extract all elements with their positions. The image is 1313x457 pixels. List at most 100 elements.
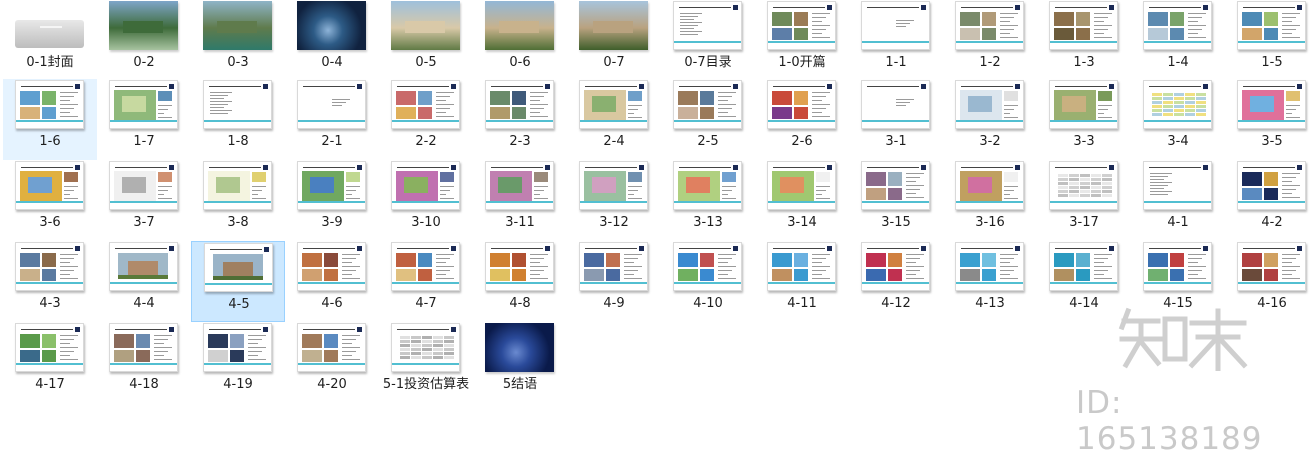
file-item[interactable]: 0-5 xyxy=(379,0,473,81)
slide-table-cell xyxy=(1185,113,1195,116)
file-item[interactable]: 1-0开篇 xyxy=(755,0,849,81)
thumb-text-line xyxy=(252,190,262,191)
file-item[interactable]: 4-17 xyxy=(3,322,97,403)
file-item[interactable]: 0-6 xyxy=(473,0,567,81)
file-item[interactable]: 2-4 xyxy=(567,79,661,160)
file-item[interactable]: 2-6 xyxy=(755,79,849,160)
file-item[interactable]: 3-13 xyxy=(661,160,755,241)
file-item[interactable]: 1-7 xyxy=(97,79,191,160)
file-item[interactable]: 4-13 xyxy=(943,241,1037,322)
file-item[interactable]: 1-3 xyxy=(1037,0,1131,81)
file-item[interactable]: 5-1投资估算表 xyxy=(379,322,473,403)
file-item[interactable]: 3-2 xyxy=(943,79,1037,160)
slide-footer-bar xyxy=(486,282,553,284)
file-label: 2-5 xyxy=(697,134,719,149)
slide-corner-mark xyxy=(545,165,550,170)
slide-image xyxy=(346,172,360,182)
file-thumbnail xyxy=(109,1,178,50)
file-item[interactable]: 4-9 xyxy=(567,241,661,322)
file-item[interactable]: 4-12 xyxy=(849,241,943,322)
file-item[interactable]: 3-12 xyxy=(567,160,661,241)
slide-map-region xyxy=(122,96,146,112)
file-item[interactable]: 0-3 xyxy=(191,0,285,81)
file-item[interactable]: 4-2 xyxy=(1225,160,1313,241)
file-item[interactable]: 2-3 xyxy=(473,79,567,160)
file-thumbnail xyxy=(15,161,84,210)
file-item[interactable]: 3-14 xyxy=(755,160,849,241)
file-item[interactable]: 1-1 xyxy=(849,0,943,81)
file-item[interactable]: 0-2 xyxy=(97,0,191,81)
file-item[interactable]: 2-2 xyxy=(379,79,473,160)
file-item[interactable]: 3-9 xyxy=(285,160,379,241)
file-thumbnail xyxy=(485,161,554,210)
file-label: 4-1 xyxy=(1167,215,1189,230)
file-item[interactable]: 4-3 xyxy=(3,241,97,322)
file-item[interactable]: 3-3 xyxy=(1037,79,1131,160)
file-item[interactable]: 3-8 xyxy=(191,160,285,241)
cover-title-mark xyxy=(40,26,62,28)
file-item[interactable]: 4-8 xyxy=(473,241,567,322)
file-item[interactable]: 0-7 xyxy=(567,0,661,81)
slide-table-cell xyxy=(1163,113,1173,116)
file-item[interactable]: 0-1封面 xyxy=(3,0,97,81)
file-item[interactable]: 3-11 xyxy=(473,160,567,241)
thumb-text-line xyxy=(530,92,548,93)
thumb-text-line xyxy=(1094,25,1112,26)
file-label: 4-4 xyxy=(133,296,155,311)
file-item[interactable]: 1-5 xyxy=(1225,0,1313,81)
file-label: 2-2 xyxy=(415,134,437,149)
slide-table-cell xyxy=(1185,93,1195,96)
file-item[interactable]: 3-16 xyxy=(943,160,1037,241)
thumb-text-line xyxy=(342,270,356,271)
slide-image xyxy=(418,107,432,119)
file-item[interactable]: 2-5 xyxy=(661,79,755,160)
thumb-text-line xyxy=(906,197,924,198)
file-item[interactable]: 2-1 xyxy=(285,79,379,160)
file-item[interactable]: 4-14 xyxy=(1037,241,1131,322)
slide-table-cell xyxy=(1152,93,1162,96)
slide-table-cell xyxy=(1091,178,1101,181)
file-item[interactable]: 4-7 xyxy=(379,241,473,322)
thumb-text-line xyxy=(248,347,266,348)
file-item[interactable]: 3-17 xyxy=(1037,160,1131,241)
file-item[interactable]: 4-1 xyxy=(1131,160,1225,241)
slide-image xyxy=(772,253,792,267)
file-item[interactable]: 3-15 xyxy=(849,160,943,241)
file-item[interactable]: 0-4 xyxy=(285,0,379,81)
slide-footer-bar xyxy=(16,363,83,365)
file-item[interactable]: 4-10 xyxy=(661,241,755,322)
slide-image xyxy=(772,12,792,26)
file-item[interactable]: 3-6 xyxy=(3,160,97,241)
file-item[interactable]: 4-18 xyxy=(97,322,191,403)
slide-footer-bar xyxy=(956,120,1023,122)
file-item[interactable]: 1-2 xyxy=(943,0,1037,81)
file-thumbnail xyxy=(861,1,930,50)
file-item[interactable]: 3-1 xyxy=(849,79,943,160)
file-item[interactable]: 4-20 xyxy=(285,322,379,403)
slide-image xyxy=(816,172,830,182)
slide-image xyxy=(772,91,792,105)
file-item[interactable]: 3-10 xyxy=(379,160,473,241)
file-label: 4-18 xyxy=(129,377,159,392)
file-item[interactable]: 3-5 xyxy=(1225,79,1313,160)
thumb-text-line xyxy=(812,92,830,93)
slide-corner-mark xyxy=(733,5,738,10)
thumb-text-line xyxy=(210,107,224,108)
file-item[interactable]: 4-5 xyxy=(191,241,285,322)
file-item[interactable]: 3-7 xyxy=(97,160,191,241)
thumb-text-line xyxy=(158,198,172,199)
slide-corner-mark xyxy=(357,327,362,332)
file-item[interactable]: 3-4 xyxy=(1131,79,1225,160)
file-item[interactable]: 1-4 xyxy=(1131,0,1225,81)
file-item[interactable]: 4-11 xyxy=(755,241,849,322)
file-item[interactable]: 4-6 xyxy=(285,241,379,322)
file-thumbnail xyxy=(203,323,272,372)
file-item[interactable]: 0-7目录 xyxy=(661,0,755,81)
file-item[interactable]: 1-8 xyxy=(191,79,285,160)
file-label: 1-2 xyxy=(979,55,1001,70)
file-item[interactable]: 1-6 xyxy=(3,79,97,160)
file-item[interactable]: 5结语 xyxy=(473,322,567,403)
file-item[interactable]: 4-19 xyxy=(191,322,285,403)
file-item[interactable]: 4-4 xyxy=(97,241,191,322)
thumb-text-line xyxy=(896,20,914,21)
